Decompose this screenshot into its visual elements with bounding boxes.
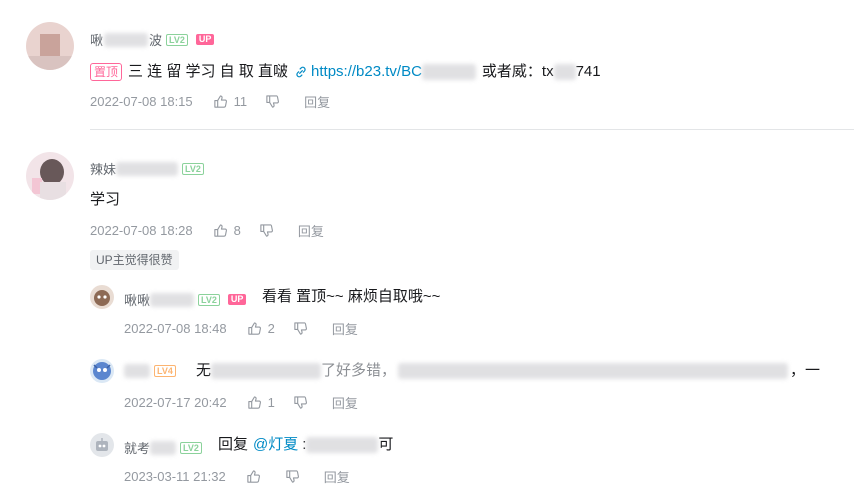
thumbs-down-icon bbox=[286, 470, 299, 483]
reply-content: 无 了好多错， ，一 bbox=[196, 361, 820, 381]
reply-content: 回复 @灯夏 : 可 bbox=[218, 435, 393, 455]
reply-meta: 2022-07-17 20:42 1 回复 bbox=[124, 393, 358, 412]
like-count: 8 bbox=[233, 223, 241, 238]
reply-text-start: 无 bbox=[196, 362, 212, 379]
username[interactable]: 就考 bbox=[124, 438, 150, 457]
thumbs-up-icon bbox=[247, 322, 261, 335]
divider bbox=[90, 129, 854, 130]
username-row: 啾啾 LV2 UP bbox=[124, 290, 247, 309]
comment-meta: 2022-07-08 18:28 8 回复 bbox=[90, 221, 324, 240]
comment-content: 置顶 三 连 留 学习 自 取 直啵 https://b23.tv/BC 或者威… bbox=[90, 62, 601, 82]
like-button[interactable]: 1 bbox=[247, 395, 275, 410]
thumbs-down-icon bbox=[294, 322, 307, 335]
text-redacted bbox=[211, 363, 322, 379]
dislike-button[interactable] bbox=[293, 321, 314, 336]
level-badge: LV4 bbox=[154, 365, 176, 377]
username[interactable]: 啾 bbox=[90, 30, 103, 49]
like-count: 2 bbox=[267, 321, 275, 336]
username-row: 辣妹 LV2 bbox=[90, 159, 204, 178]
reply-content: 看看 置顶~~ 麻烦自取哦~~ bbox=[262, 287, 440, 307]
username-redacted bbox=[116, 161, 179, 176]
up-liked-badge: UP主觉得很赞 bbox=[90, 250, 179, 270]
thumbs-up-icon bbox=[247, 470, 260, 483]
avatar[interactable] bbox=[26, 152, 74, 200]
reply-text-end: ，一 bbox=[790, 362, 821, 379]
avatar[interactable] bbox=[90, 433, 114, 457]
link-redacted bbox=[421, 64, 476, 80]
link-text[interactable]: https://b23.tv/BC bbox=[311, 62, 422, 82]
comment-text-after: 或者威：tx bbox=[481, 63, 554, 80]
timestamp: 2022-07-17 20:42 bbox=[124, 395, 227, 410]
like-count: 11 bbox=[233, 94, 248, 109]
username-row: 啾 波 LV2 UP bbox=[90, 30, 215, 49]
comment-link[interactable]: https://b23.tv/BC bbox=[294, 62, 422, 82]
level-badge: LV2 bbox=[166, 33, 188, 46]
username[interactable]: 辣妹 bbox=[90, 159, 116, 178]
username-row: 就考 LV2 bbox=[124, 438, 202, 457]
comment-text: 学习 bbox=[90, 191, 121, 208]
reply-button[interactable]: 回复 bbox=[332, 319, 358, 338]
thumbs-up-icon bbox=[213, 95, 227, 108]
like-button[interactable] bbox=[246, 469, 267, 484]
dislike-button[interactable] bbox=[293, 395, 314, 410]
avatar[interactable] bbox=[26, 22, 74, 70]
username-redacted bbox=[104, 32, 149, 47]
text-redacted bbox=[553, 64, 576, 80]
reply-text: 看看 置顶~~ 麻烦自取哦~~ bbox=[262, 288, 441, 305]
dislike-button[interactable] bbox=[259, 223, 280, 238]
thumbs-down-icon bbox=[266, 95, 280, 108]
like-button[interactable]: 8 bbox=[213, 223, 241, 238]
thumbs-up-icon bbox=[247, 396, 261, 409]
comment-content: 学习 bbox=[90, 190, 120, 210]
username-redacted bbox=[150, 440, 177, 455]
level-badge: LV2 bbox=[182, 162, 204, 175]
level-badge: LV2 bbox=[180, 441, 202, 454]
link-icon bbox=[296, 66, 306, 78]
like-count: 1 bbox=[267, 395, 275, 410]
thumbs-up-icon bbox=[213, 224, 227, 237]
timestamp: 2022-07-08 18:48 bbox=[124, 321, 227, 336]
up-badge: UP bbox=[195, 34, 215, 45]
username-redacted bbox=[150, 292, 195, 307]
reply-button[interactable]: 回复 bbox=[304, 92, 330, 111]
reply-meta: 2023-03-11 21:32 回复 bbox=[124, 467, 350, 486]
comment-text-tail: 741 bbox=[575, 63, 601, 80]
text-redacted bbox=[306, 437, 379, 453]
comment-meta: 2022-07-08 18:15 11 回复 bbox=[90, 92, 330, 111]
reply-text-mid: 了好多错， bbox=[321, 362, 397, 379]
reply-prefix: 回复 bbox=[218, 436, 249, 453]
mention-link[interactable]: @灯夏 bbox=[253, 435, 298, 455]
timestamp: 2023-03-11 21:32 bbox=[124, 469, 226, 484]
text-redacted bbox=[398, 363, 789, 379]
reply-meta: 2022-07-08 18:48 2 回复 bbox=[124, 319, 358, 338]
username-redacted bbox=[124, 364, 150, 378]
reply-button[interactable]: 回复 bbox=[324, 467, 350, 486]
like-button[interactable]: 11 bbox=[213, 94, 248, 109]
timestamp: 2022-07-08 18:28 bbox=[90, 223, 193, 238]
timestamp: 2022-07-08 18:15 bbox=[90, 94, 193, 109]
pinned-tag: 置顶 bbox=[90, 63, 123, 81]
up-badge: UP bbox=[227, 294, 247, 305]
username-row: LV4 bbox=[124, 364, 176, 378]
username-end[interactable]: 波 bbox=[149, 30, 162, 49]
comment-text: 三 连 留 学习 自 取 直啵 bbox=[128, 63, 289, 80]
reply-button[interactable]: 回复 bbox=[332, 393, 358, 412]
thumbs-down-icon bbox=[260, 224, 273, 237]
thumbs-down-icon bbox=[294, 396, 307, 409]
username[interactable]: 啾啾 bbox=[124, 290, 150, 309]
reply-text-end: 可 bbox=[378, 436, 394, 453]
avatar[interactable] bbox=[90, 285, 114, 309]
level-badge: LV2 bbox=[198, 293, 220, 306]
avatar[interactable] bbox=[90, 359, 114, 383]
like-button[interactable]: 2 bbox=[247, 321, 275, 336]
dislike-button[interactable] bbox=[265, 94, 286, 109]
reply-button[interactable]: 回复 bbox=[298, 221, 324, 240]
dislike-button[interactable] bbox=[285, 469, 306, 484]
